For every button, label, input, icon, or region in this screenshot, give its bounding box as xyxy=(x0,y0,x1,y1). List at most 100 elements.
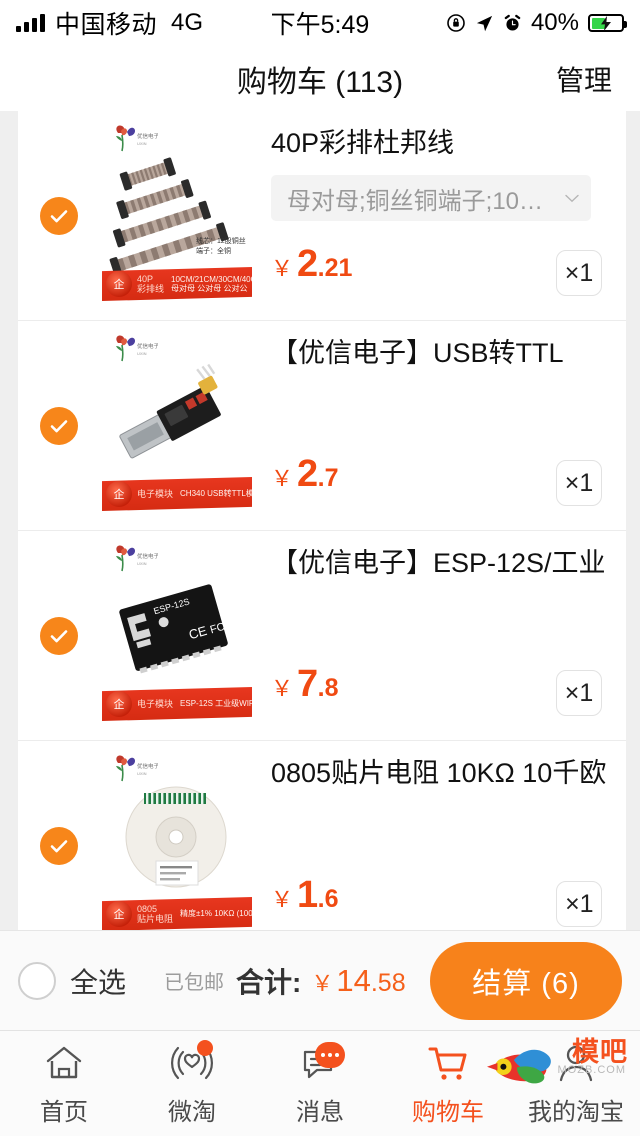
total-label: 合计: xyxy=(236,966,302,998)
cart-item-thumbnail[interactable]: 优信电子 UXIN 企 0805 贴片电阻 精度±1% 10KΩ (1002) xyxy=(100,741,255,930)
checkout-button[interactable]: 结算 (6) xyxy=(430,941,622,1020)
product-name[interactable]: 40P彩排杜邦线 xyxy=(271,127,606,159)
tab-微淘[interactable]: 微淘 xyxy=(128,1031,256,1136)
product-image-ribbon: 企 0805 贴片电阻 精度±1% 10KΩ (1002) xyxy=(102,897,252,930)
item-checkbox-checked-icon[interactable] xyxy=(40,196,78,235)
svg-text:优信电子: 优信电子 xyxy=(137,342,158,350)
price-integer: 1 xyxy=(297,874,318,916)
ribbon-spec-text: 10CM/21CM/30CM/40CM xyxy=(171,274,252,284)
cart-item-info: 【优信电子】USB转TTL ￥ 2 .7 ×1 xyxy=(255,321,626,530)
network-mode-label: 4G xyxy=(171,9,204,36)
ribbon-seal-icon: 企 xyxy=(106,901,132,927)
page-title: 购物车 (113) xyxy=(236,65,404,99)
svg-text:线芯：12股铜丝: 线芯：12股铜丝 xyxy=(196,236,246,245)
tab-首页[interactable]: 首页 xyxy=(0,1031,128,1136)
cart-list[interactable]: 优信电子 UXIN 线芯：12股铜丝 端子：全铜 企 40P 彩排线 10CM/… xyxy=(0,111,640,930)
ribbon-main-text: 40P xyxy=(137,273,154,284)
battery-percent-label: 40% xyxy=(530,9,579,36)
location-arrow-icon xyxy=(476,15,493,31)
product-image: 线芯：12股铜丝 端子：全铜 xyxy=(100,145,252,276)
tab-label: 消息 xyxy=(296,1099,344,1126)
product-name[interactable]: 【优信电子】USB转TTL xyxy=(271,337,606,369)
tab-购物车[interactable]: 购物车 xyxy=(384,1031,512,1136)
status-bar: 中国移动 4G 下午5:49 40% xyxy=(0,0,640,46)
price-currency: ￥ xyxy=(271,256,294,281)
shipping-note: 已包邮 xyxy=(164,972,225,994)
status-bar-left: 中国移动 4G xyxy=(16,5,203,41)
total-amount: ￥ 14 .58 xyxy=(311,963,405,999)
tab-消息[interactable]: 消息 xyxy=(256,1031,384,1136)
item-checkbox-checked-icon[interactable] xyxy=(40,616,78,655)
notification-bubble xyxy=(315,1042,345,1068)
cart-item-select[interactable] xyxy=(18,741,100,930)
quantity-stepper[interactable]: ×1 xyxy=(556,460,602,506)
price-integer: 2 xyxy=(297,453,318,495)
tab-label: 微淘 xyxy=(168,1099,216,1126)
ribbon-seal-icon: 企 xyxy=(106,691,132,717)
cart-item-row[interactable]: 优信电子 UXIN 企 电子模块 CH340 USB转TTL模 【优信电子】US… xyxy=(18,321,626,531)
home-icon xyxy=(41,1040,87,1086)
price-decimal: .6 xyxy=(317,885,339,913)
cart-item-info: 0805贴片电阻 10KΩ 10千欧 ￥ 1 .6 ×1 xyxy=(255,741,626,930)
cart-item-thumbnail[interactable]: 优信电子 UXIN ESP-12S CE FC 企 电子模块 ESP-12S 工… xyxy=(100,531,255,729)
manage-button[interactable]: 管理 xyxy=(556,59,612,99)
ribbon-seal-icon: 企 xyxy=(106,271,132,297)
battery-charging-icon xyxy=(588,14,627,32)
cart-item-select[interactable] xyxy=(18,111,100,320)
svg-text:优信电子: 优信电子 xyxy=(137,132,158,140)
select-all-control[interactable]: 全选 xyxy=(18,961,126,1001)
ribbon-spec-text: CH340 USB转TTL模块 xyxy=(180,489,252,499)
ribbon-main-text: 电子模块 xyxy=(137,488,174,499)
product-price: ￥ 2 .7 xyxy=(271,453,339,496)
status-bar-right: 40% xyxy=(446,9,627,37)
quantity-stepper[interactable]: ×1 xyxy=(556,881,603,927)
cart-item-row[interactable]: 优信电子 UXIN 企 0805 贴片电阻 精度±1% 10KΩ (1002) xyxy=(18,741,626,930)
ribbon-main-text: 电子模块 xyxy=(137,698,174,709)
cart-item-info: 【优信电子】ESP-12S/工业 ￥ 7 .8 ×1 xyxy=(255,531,626,740)
product-name[interactable]: 0805贴片电阻 10KΩ 10千欧 xyxy=(271,757,606,789)
tab-我的淘宝[interactable]: 我的淘宝 xyxy=(512,1031,640,1136)
product-price: ￥ 2 .21 xyxy=(271,243,352,286)
person-icon xyxy=(553,1040,599,1086)
price-currency: ￥ xyxy=(271,676,294,701)
product-price: ￥ 1 .6 xyxy=(271,874,339,917)
notification-dot xyxy=(197,1040,213,1056)
product-image-ribbon: 企 40P 彩排线 10CM/21CM/30CM/40CM 母对母 公对母 公对… xyxy=(102,267,252,301)
settle-bar: 全选 已包邮 合计: ￥ 14 .58 结算 (6) xyxy=(0,930,640,1030)
cart-item-row[interactable]: 优信电子 UXIN 线芯：12股铜丝 端子：全铜 企 40P 彩排线 10CM/… xyxy=(18,111,626,321)
price-currency: ￥ xyxy=(271,466,294,491)
rotation-lock-icon xyxy=(447,14,465,32)
cart-icon xyxy=(425,1040,471,1086)
variant-selector[interactable]: 母对母;铜丝铜端子;10CM xyxy=(271,175,591,222)
price-decimal: .8 xyxy=(317,674,339,702)
cart-item-thumbnail[interactable]: 优信电子 UXIN 企 电子模块 CH340 USB转TTL模 xyxy=(100,321,255,519)
chevron-down-icon xyxy=(565,194,579,203)
product-image xyxy=(100,355,252,483)
ribbon-sub-text: 贴片电阻 xyxy=(137,914,174,924)
signal-bars-icon xyxy=(16,14,45,32)
svg-text:优信电子: 优信电子 xyxy=(137,762,158,770)
price-currency: ￥ xyxy=(271,887,294,912)
quantity-stepper[interactable]: ×1 xyxy=(556,250,602,296)
cart-item-row[interactable]: 优信电子 UXIN ESP-12S CE FC 企 电子模块 ESP-12S 工… xyxy=(18,531,626,741)
ribbon-sub-text: 彩排线 xyxy=(137,284,165,294)
select-all-checkbox[interactable] xyxy=(18,961,56,1000)
cart-item-thumbnail[interactable]: 优信电子 UXIN 线芯：12股铜丝 端子：全铜 企 40P 彩排线 10CM/… xyxy=(100,111,255,309)
cart-item-select[interactable] xyxy=(18,321,100,530)
item-checkbox-checked-icon[interactable] xyxy=(40,406,78,445)
alarm-clock-icon xyxy=(504,14,521,31)
tab-bar: 首页 微淘 消息 购物车 我的淘宝 xyxy=(0,1030,640,1136)
price-decimal: .21 xyxy=(317,254,353,282)
weitao-heart-icon xyxy=(169,1040,215,1086)
title-bar: 购物车 (113) 管理 xyxy=(0,46,640,111)
product-name[interactable]: 【优信电子】ESP-12S/工业 xyxy=(271,547,606,579)
product-image: ESP-12S CE FC xyxy=(100,565,252,693)
quantity-stepper[interactable]: ×1 xyxy=(556,670,602,716)
total-decimal: .58 xyxy=(370,968,406,997)
product-image-ribbon: 企 电子模块 CH340 USB转TTL模块 xyxy=(102,477,252,511)
carrier-label: 中国移动 xyxy=(55,11,158,39)
cart-item-select[interactable] xyxy=(18,531,100,740)
price-integer: 2 xyxy=(297,243,318,285)
item-checkbox-checked-icon[interactable] xyxy=(40,827,78,865)
tab-label: 首页 xyxy=(40,1099,88,1126)
